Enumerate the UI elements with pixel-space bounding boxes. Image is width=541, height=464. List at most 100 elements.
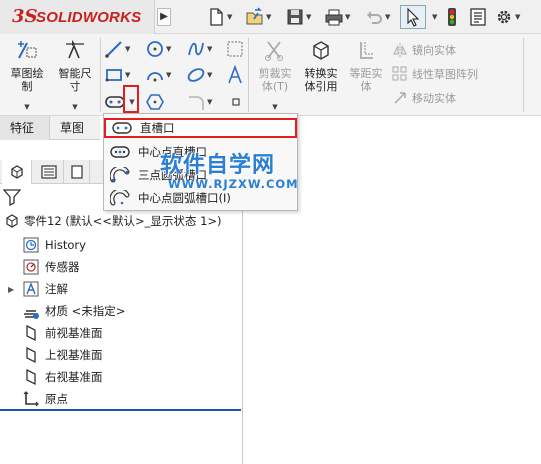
polygon-icon <box>146 94 164 110</box>
filter-icon[interactable] <box>2 188 22 206</box>
watermark-url: WWW.RJZXW.COM <box>168 177 299 191</box>
tree-item-material[interactable]: 材质 <未指定> <box>22 301 125 321</box>
menu-item-label: 直槽口 <box>140 121 175 135</box>
menu-item-centerpoint-arc-slot[interactable]: 中心点圆弧槽口(I) <box>104 188 297 208</box>
material-icon <box>24 310 39 319</box>
tab-features[interactable]: 特征 <box>0 116 50 140</box>
move-icon <box>394 92 406 104</box>
options-gear-icon <box>497 10 511 24</box>
traffic-light-icon <box>448 8 456 26</box>
property-manager-icon <box>41 165 57 179</box>
undo-button[interactable]: ▼ <box>364 5 390 29</box>
options-button[interactable]: ▼ <box>494 5 520 29</box>
tree-item-front-plane[interactable]: 前视基准面 <box>22 323 103 343</box>
tree-rollback-bar[interactable] <box>0 409 241 411</box>
convert-entities-button[interactable]: 转换实 体引用 <box>298 38 344 93</box>
construction-geometry-tool[interactable] <box>225 38 255 60</box>
spline-icon <box>188 42 204 56</box>
circle-tool[interactable]: ▼ <box>145 38 175 60</box>
smart-dimension-button[interactable]: 智能尺 寸 ▼ <box>52 38 98 114</box>
rectangle-tool[interactable]: ▼ <box>104 64 134 86</box>
file-properties-button[interactable] <box>468 5 488 29</box>
tree-item-label: 右视基准面 <box>45 370 103 384</box>
origin-icon <box>23 391 39 407</box>
undo-icon <box>367 11 382 24</box>
arc-tool[interactable]: ▼ <box>145 64 175 86</box>
offset-icon <box>360 42 373 59</box>
offset-entities-button[interactable]: 等距实 体 <box>343 38 389 93</box>
new-document-button[interactable]: ▼ <box>206 5 232 29</box>
new-document-icon <box>210 8 223 26</box>
centerpoint-arc-slot-icon <box>110 190 130 206</box>
command-manager-ribbon: 草图绘 制 ▼ 智能尺 寸 ▼ ▼ ▼ ▼ ▼ ▼ ▼ ▼ ▼ 剪裁实 体(T)… <box>0 34 541 116</box>
mirror-icon <box>393 43 407 57</box>
annotation-icon <box>23 281 39 297</box>
text-tool[interactable] <box>225 64 255 86</box>
plane-icon <box>26 368 36 386</box>
open-folder-icon <box>246 7 263 25</box>
trim-label: 剪裁实 体(T) <box>258 67 292 93</box>
rebuild-button[interactable] <box>442 5 462 29</box>
tree-item-annotations[interactable]: 注解 <box>22 279 68 299</box>
print-button[interactable]: ▼ <box>324 5 350 29</box>
linear-pattern-button[interactable]: 线性草图阵列 <box>392 64 478 84</box>
tree-item-right-plane[interactable]: 右视基准面 <box>22 367 103 387</box>
plane-icon <box>26 324 36 342</box>
mirror-label: 镜向实体 <box>412 44 456 57</box>
smart-dimension-caret[interactable]: ▼ <box>52 101 98 114</box>
point-icon <box>232 98 240 106</box>
straight-slot-icon <box>112 122 132 134</box>
menu-item-label: 中心点圆弧槽口(I) <box>138 191 231 205</box>
history-icon <box>23 237 39 253</box>
mirror-entities-button[interactable]: 镜向实体 <box>392 40 456 60</box>
sketch-caret[interactable]: ▼ <box>4 101 50 114</box>
tree-item-label: 注解 <box>45 282 68 296</box>
annotations-expand-arrow[interactable]: ▶ <box>8 285 14 294</box>
tree-root-label: 零件12 (默认<<默认>_显示状态 1>) <box>24 214 222 228</box>
select-button[interactable] <box>400 5 426 29</box>
tree-item-origin[interactable]: 原点 <box>22 389 68 409</box>
sensor-icon <box>23 259 39 275</box>
expand-menu-button[interactable]: ▶ <box>157 8 171 26</box>
feature-tree-tab[interactable] <box>2 160 32 184</box>
text-icon <box>228 65 242 84</box>
configuration-manager-tab[interactable] <box>66 160 90 184</box>
tree-item-sensors[interactable]: 传感器 <box>22 257 80 277</box>
tree-item-label: 前视基准面 <box>45 326 103 340</box>
tree-root-part[interactable]: 零件12 (默认<<默认>_显示状态 1>) <box>4 212 222 230</box>
tree-item-history[interactable]: History <box>22 235 86 255</box>
ellipse-tool[interactable]: ▼ <box>186 64 216 86</box>
sketch-button[interactable]: 草图绘 制 ▼ <box>4 38 50 114</box>
tree-item-label: 上视基准面 <box>45 348 103 362</box>
spline-tool[interactable]: ▼ <box>186 38 216 60</box>
tab-sketch[interactable]: 草图 <box>60 116 100 140</box>
three-point-arc-slot-icon <box>110 167 130 183</box>
slot-caret-highlight <box>123 85 139 113</box>
save-button[interactable]: ▼ <box>285 5 311 29</box>
save-icon <box>287 9 303 25</box>
polygon-tool[interactable] <box>145 91 175 113</box>
linear-pattern-icon <box>392 66 407 81</box>
tree-item-top-plane[interactable]: 上视基准面 <box>22 345 103 365</box>
line-tool[interactable]: ▼ <box>104 38 134 60</box>
property-manager-tab[interactable] <box>34 160 64 184</box>
select-pointer-icon <box>407 7 420 27</box>
smart-dimension-icon <box>66 40 84 59</box>
rectangle-icon <box>105 69 122 82</box>
trim-entities-button[interactable]: 剪裁实 体(T) ▼ <box>252 38 298 114</box>
convert-entities-label: 转换实 体引用 <box>304 67 338 93</box>
plane-icon <box>26 346 36 364</box>
smart-dimension-label: 智能尺 寸 <box>58 67 92 93</box>
menu-item-straight-slot[interactable]: 直槽口 <box>104 118 297 138</box>
sketch-icon <box>18 41 37 59</box>
solidworks-logo[interactable]: 3S SOLIDWORKS <box>0 0 155 34</box>
move-entities-button[interactable]: 移动实体 <box>392 88 456 108</box>
line-icon <box>105 41 122 58</box>
logo-text: SOLIDWORKS <box>36 9 142 26</box>
open-button[interactable]: ▼ <box>245 5 271 29</box>
configuration-manager-icon <box>71 165 83 179</box>
fillet-tool[interactable]: ▼ <box>186 91 216 113</box>
ellipse-icon <box>187 68 205 82</box>
fillet-icon <box>189 96 204 110</box>
select-dropdown-caret[interactable]: ▼ <box>432 13 437 21</box>
